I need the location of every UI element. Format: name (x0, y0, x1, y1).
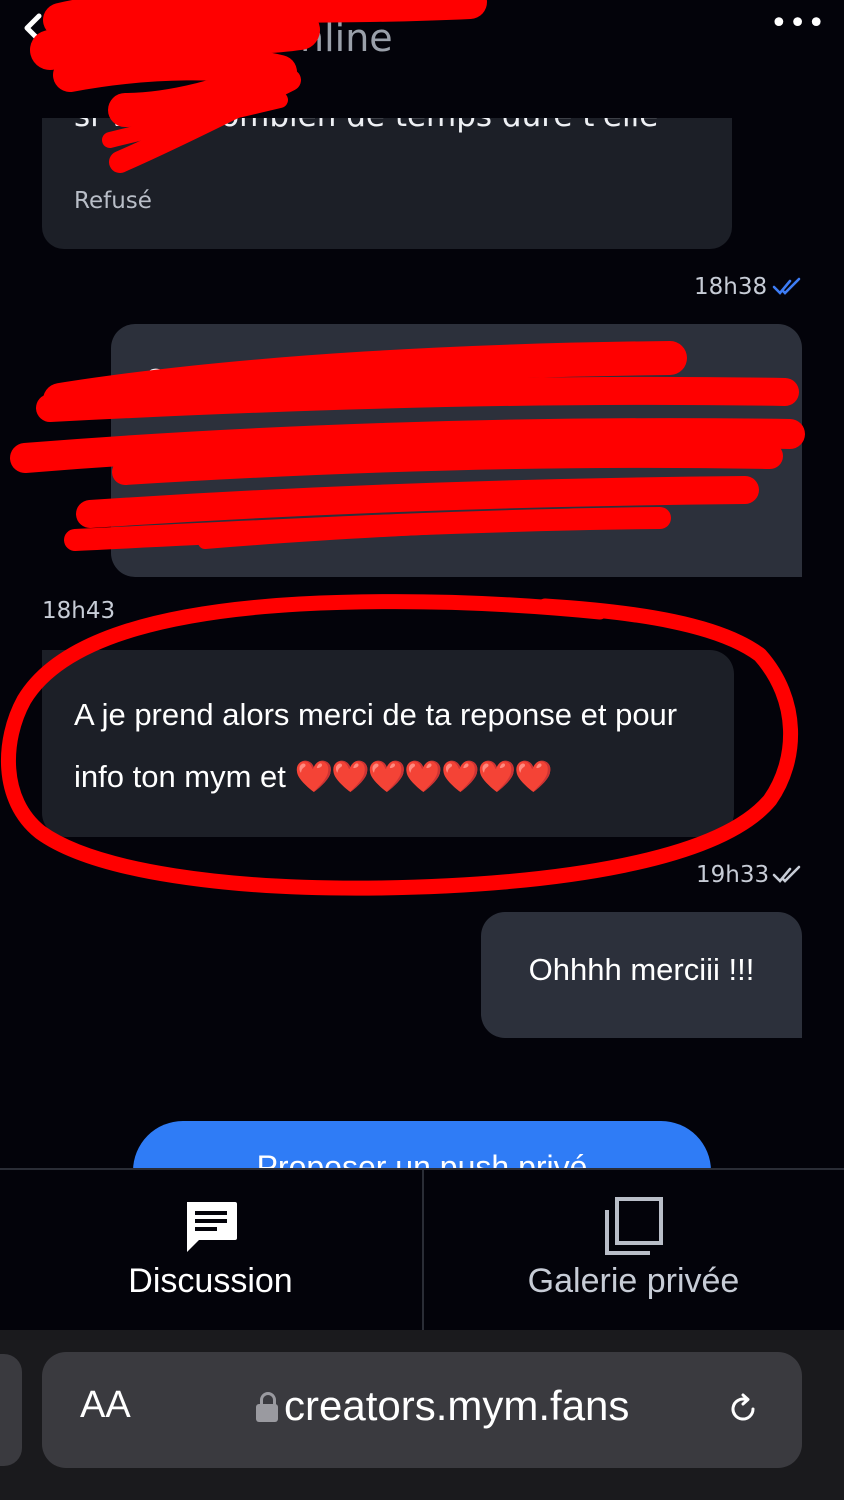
heart-emoji-row: ❤️❤️❤️❤️❤️❤️❤️ (294, 759, 553, 794)
message-time: 18h43 (42, 598, 116, 624)
message-text: Ohhhh merciii !!! (528, 952, 755, 987)
tab-label: Discussion (128, 1262, 293, 1300)
tab-bar: Discussion Galerie privée (0, 1168, 844, 1332)
contact-name: nline (300, 16, 393, 60)
double-check-icon (772, 277, 801, 295)
tab-label: Galerie privée (527, 1262, 740, 1300)
message-text: A je prend alors merci de ta reponse et … (74, 684, 724, 808)
url-field[interactable]: creators.mym.fans (256, 1382, 629, 1430)
url-text: creators.mym.fans (284, 1382, 630, 1429)
tab-discussion[interactable]: Discussion (0, 1170, 421, 1332)
gallery-icon (605, 1197, 663, 1255)
message-status: Refusé (74, 188, 152, 214)
text-size-button[interactable]: AA (80, 1384, 131, 1427)
chevron-left-icon[interactable] (14, 8, 54, 48)
message-time: 19h33 (696, 862, 770, 888)
double-check-icon (772, 865, 801, 883)
browser-toolbar: AA creators.mym.fans (0, 1330, 844, 1500)
tab-gallery[interactable]: Galerie privée (423, 1170, 844, 1332)
message-time: 18h38 (694, 274, 768, 300)
message-line: Oui ... (144, 364, 234, 399)
address-bar[interactable]: AA creators.mym.fans (42, 1352, 802, 1468)
ellipsis-icon[interactable]: ••• (770, 9, 825, 44)
chat-icon (187, 1202, 237, 1252)
message-line: plusieurs minutes ... (144, 432, 449, 467)
chat-header: nline ••• (0, 0, 844, 118)
reload-icon[interactable] (726, 1392, 760, 1426)
lock-icon (256, 1392, 278, 1422)
previous-tab-stub[interactable] (0, 1354, 22, 1466)
